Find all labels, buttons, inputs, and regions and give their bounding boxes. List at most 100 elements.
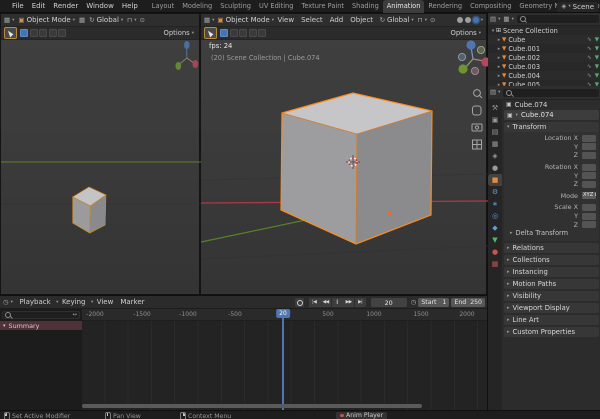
perspective-grid-icon[interactable] — [473, 140, 482, 149]
tool-mode-button-4[interactable] — [49, 29, 57, 37]
jump-to-start-button[interactable]: |◀ — [309, 298, 320, 307]
jump-to-end-button[interactable]: ▶| — [355, 298, 366, 307]
playhead-line[interactable] — [282, 309, 284, 411]
tab-modifiers-icon[interactable]: ⚙ — [488, 186, 502, 198]
shading-solid-icon[interactable] — [465, 17, 471, 23]
viewport-display-panel[interactable]: ▸Viewport Display — [504, 303, 599, 313]
tab-output-icon[interactable]: ▤ — [488, 126, 502, 138]
pause-button[interactable]: ‖ — [332, 298, 343, 307]
tab-view-layer-icon[interactable]: ▦ — [488, 138, 502, 150]
tab-layout[interactable]: Layout — [148, 0, 178, 13]
tab-render-icon[interactable]: ▣ — [488, 114, 502, 126]
menu-select[interactable]: Select — [298, 16, 327, 24]
timeline-grid[interactable]: -2000 -1500 -1000 -500 500 1000 1500 200… — [82, 309, 487, 411]
tool-mode-button-3[interactable] — [39, 29, 47, 37]
select-box-tool-button[interactable] — [4, 27, 17, 39]
outliner-row-scene-collection[interactable]: ▾ ⊞ Scene Collection — [488, 26, 600, 35]
menu-object[interactable]: Object — [347, 16, 377, 24]
shading-wireframe-icon[interactable] — [457, 17, 463, 23]
options-dropdown[interactable]: Options▾ — [451, 29, 484, 37]
rotation-mode-dropdown[interactable]: XYZ Euler — [582, 192, 596, 199]
menu-edit[interactable]: Edit — [28, 2, 50, 10]
display-mode-icon[interactable]: ▦ — [503, 16, 509, 23]
tab-animation[interactable]: Animation — [383, 0, 425, 13]
tool-mode-button-4[interactable] — [249, 29, 257, 37]
tab-sculpting[interactable]: Sculpting — [216, 0, 255, 13]
mesh-data-icon[interactable]: ▼ — [595, 64, 599, 70]
select-box-tool-button[interactable] — [204, 27, 217, 39]
tab-scene-icon[interactable]: ◈ — [488, 150, 502, 162]
scale-z-field[interactable] — [582, 221, 596, 228]
object-name-field[interactable]: ▣▾ Cube.074 — [504, 110, 599, 120]
mesh-data-icon[interactable]: ▼ — [595, 46, 599, 52]
outliner-row-cube-002[interactable]: ▸ ▼ Cube.002 ∿ ▼ — [488, 53, 600, 62]
menu-help[interactable]: Help — [118, 2, 142, 10]
location-z-field[interactable] — [582, 152, 596, 159]
tab-particles-icon[interactable]: ∗ — [488, 198, 502, 210]
tool-mode-button-2[interactable] — [30, 29, 38, 37]
collections-panel[interactable]: ▸Collections — [504, 255, 599, 265]
tab-texture-paint[interactable]: Texture Paint — [297, 0, 348, 13]
mode-dropdown[interactable]: Object Mode — [226, 16, 270, 24]
rotation-y-field[interactable] — [582, 172, 596, 179]
transform-panel-header[interactable]: ▾ Transform — [504, 122, 599, 132]
tool-mode-button-1[interactable] — [20, 29, 28, 37]
location-x-field[interactable] — [582, 135, 596, 142]
outliner-editor-icon[interactable]: ▤ — [490, 16, 496, 23]
proportional-edit-icon[interactable]: ⊙ — [140, 17, 145, 24]
current-frame-field[interactable]: 20 — [371, 298, 407, 307]
timeline-horizontal-scrollbar[interactable] — [82, 404, 422, 408]
editor-type-icon[interactable]: ▦ — [4, 17, 10, 24]
options-dropdown[interactable]: Options▾ — [164, 29, 197, 37]
location-y-field[interactable] — [582, 143, 596, 150]
frame-end-field[interactable]: End250 — [451, 298, 485, 307]
zoom-icon[interactable] — [474, 90, 482, 98]
prev-keyframe-button[interactable]: ◀◀ — [320, 298, 331, 307]
menu-playback[interactable]: Playback — [16, 298, 54, 306]
motion-paths-panel[interactable]: ▸Motion Paths — [504, 279, 599, 289]
properties-search-input[interactable] — [503, 89, 599, 97]
summary-channel[interactable]: ▾ Summary — [0, 321, 82, 330]
outliner-row-cube-004[interactable]: ▸ ▼ Cube.004 ∿ ▼ — [488, 71, 600, 80]
timeline-editor-icon[interactable]: ◷ — [3, 299, 9, 306]
tool-mode-button-2[interactable] — [230, 29, 238, 37]
tab-compositing[interactable]: Compositing — [466, 0, 515, 13]
tab-physics-icon[interactable]: ◎ — [488, 210, 502, 222]
tab-world-icon[interactable]: ● — [488, 162, 502, 174]
properties-editor-icon[interactable]: ▤ — [490, 89, 496, 96]
animation-data-icon[interactable]: ∿ — [587, 64, 592, 70]
playhead-frame-badge[interactable]: 20 — [276, 309, 290, 318]
tool-mode-button-5[interactable] — [258, 29, 266, 37]
scene-selector[interactable]: ◈ ▾ Scene — [557, 2, 598, 12]
chevron-down-icon[interactable]: ▾ — [481, 18, 483, 23]
mesh-data-icon[interactable]: ▼ — [595, 37, 599, 43]
viewport-left[interactable]: ▦▾ ▣ Object Mode▾ ▦ ↻ Global▾ ⊓▾ ⊙ Optio… — [0, 13, 200, 295]
snap-magnet-icon[interactable]: ⊓ — [418, 17, 423, 24]
menu-view[interactable]: View — [93, 298, 117, 306]
animation-data-icon[interactable]: ∿ — [587, 46, 592, 52]
proportional-edit-icon[interactable]: ⊙ — [430, 17, 435, 24]
viewport-main[interactable]: ▦▾ ▣ Object Mode▾ View Select Add Object… — [200, 13, 487, 295]
tool-mode-button-3[interactable] — [239, 29, 247, 37]
tab-material-icon[interactable]: ● — [488, 246, 502, 258]
animation-data-icon[interactable]: ∿ — [587, 55, 592, 61]
grid-icon[interactable]: ▦ — [79, 17, 85, 24]
visibility-panel[interactable]: ▸Visibility — [504, 291, 599, 301]
auto-keying-toggle[interactable] — [295, 298, 304, 307]
pan-hand-icon[interactable] — [473, 106, 482, 115]
orientation-dropdown[interactable]: Global — [97, 16, 119, 24]
tab-texture-icon[interactable]: ▦ — [488, 258, 502, 270]
use-preview-range-icon[interactable]: ◷ — [411, 299, 417, 306]
rotation-x-field[interactable] — [582, 164, 596, 171]
relations-panel[interactable]: ▸Relations — [504, 243, 599, 253]
tool-mode-button-1[interactable] — [220, 29, 228, 37]
menu-marker[interactable]: Marker — [117, 298, 148, 306]
scale-x-field[interactable] — [582, 204, 596, 211]
expand-channels-icon[interactable]: ↔ — [72, 312, 77, 318]
tab-uv-editing[interactable]: UV Editing — [255, 0, 297, 13]
outliner-search-input[interactable] — [517, 15, 599, 23]
scale-y-field[interactable] — [582, 213, 596, 220]
snap-magnet-icon[interactable]: ⊓ — [127, 17, 132, 24]
tab-rendering[interactable]: Rendering — [424, 0, 466, 13]
menu-window[interactable]: Window — [82, 2, 118, 10]
